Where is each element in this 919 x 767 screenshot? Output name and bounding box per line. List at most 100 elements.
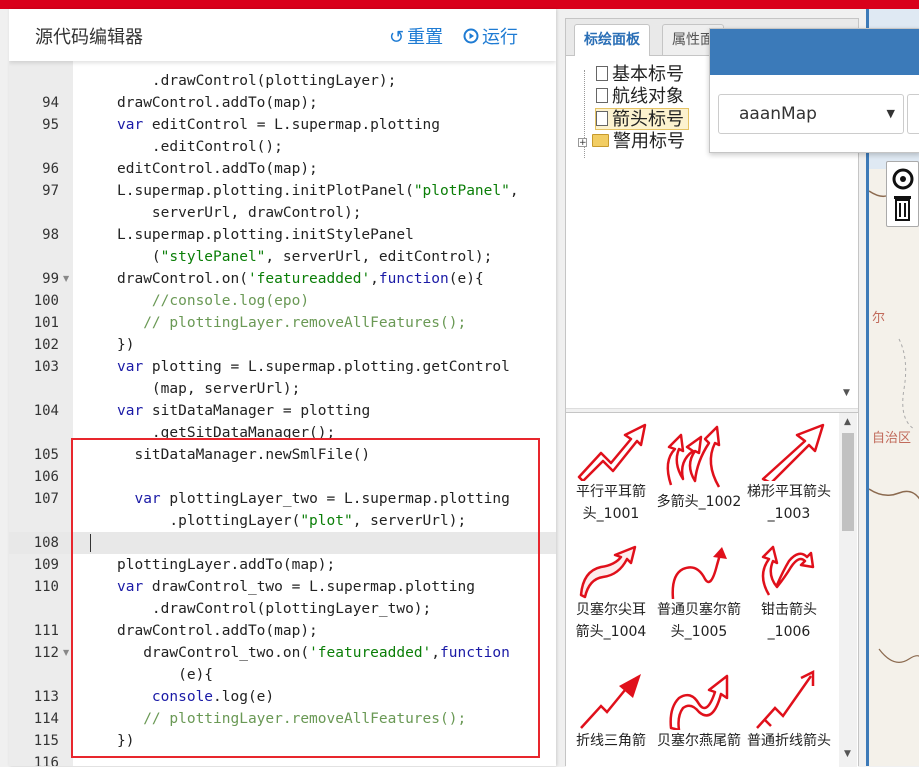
code-line[interactable]: ("stylePanel", serverUrl, editControl); xyxy=(9,246,556,268)
code-token: (map, serverUrl); xyxy=(117,381,301,397)
bezier-swallowtail-arrow-icon xyxy=(669,674,729,730)
fold-toggle-icon[interactable]: ▼ xyxy=(63,642,69,664)
scroll-up-icon[interactable]: ▲ xyxy=(844,417,851,427)
code-text: // plottingLayer.removeAllFeatures(); xyxy=(117,312,466,334)
line-number: 96 xyxy=(42,161,59,177)
symbol-1001[interactable]: 平行平耳箭 头_1001 xyxy=(566,421,656,525)
symbol-polyline-arrow[interactable]: 普通折线箭头 xyxy=(744,668,834,752)
code-line[interactable]: 97 L.supermap.plotting.initPlotPanel("plo… xyxy=(9,180,556,202)
code-token: 'featureadded' xyxy=(247,271,371,287)
code-token: , serverUrl, editControl); xyxy=(265,249,493,265)
code-line[interactable]: 103 var plotting = L.supermap.plotting.ge… xyxy=(9,356,556,378)
chevron-down-icon: ▼ xyxy=(886,107,895,120)
code-line[interactable]: 96 editControl.addTo(map); xyxy=(9,158,556,180)
symbol-1006[interactable]: 钳击箭头 _1006 xyxy=(744,545,834,643)
code-line[interactable]: 104 var sitDataManager = plotting xyxy=(9,400,556,422)
document-icon xyxy=(596,111,608,126)
tab-plot-panel[interactable]: 标绘面板 xyxy=(574,24,650,56)
symbol-polyline-triangle[interactable]: 折线三角箭 xyxy=(566,668,656,752)
tree-item-basic[interactable]: 基本标号 xyxy=(596,64,684,86)
document-icon xyxy=(596,88,608,103)
code-text: drawControl.on('featureadded',function(e… xyxy=(117,268,484,290)
pincer-arrow-icon xyxy=(761,545,815,596)
scroll-down-icon[interactable]: ▼ xyxy=(844,749,851,759)
map-selector-popup: aaanMap ▼ xyxy=(709,28,919,153)
map-borders xyxy=(869,190,919,663)
run-label: 运行 xyxy=(482,27,518,48)
code-line[interactable]: 100 //console.log(epo) xyxy=(9,290,556,312)
editor-title: 源代码编辑器 xyxy=(35,27,143,48)
code-line[interactable]: (map, serverUrl); xyxy=(9,378,556,400)
code-token: }) xyxy=(117,337,135,353)
symbol-gallery: 平行平耳箭 头_1001 多箭头_1002 梯形平耳箭头 _1003 贝塞尔尖耳… xyxy=(566,412,858,767)
code-line[interactable]: serverUrl, drawControl); xyxy=(9,202,556,224)
map-label-zizhiqu: 自治区 xyxy=(872,431,912,446)
secondary-select[interactable] xyxy=(907,94,919,134)
map-draw-controls xyxy=(886,161,919,227)
expand-icon[interactable]: + xyxy=(578,138,587,148)
code-text: .editControl(); xyxy=(117,136,283,158)
polyline-triangle-arrow-icon xyxy=(580,674,641,729)
symbol-bezier-swallowtail[interactable]: 贝塞尔燕尾箭 xyxy=(654,668,744,752)
reset-button[interactable]: ↺ 重置 xyxy=(389,23,443,49)
bezier-pointed-arrow-icon xyxy=(579,545,637,599)
line-number: 105 xyxy=(33,447,59,463)
code-line[interactable]: 102}) xyxy=(9,334,556,356)
symbol-1004[interactable]: 贝塞尔尖耳 箭头_1004 xyxy=(566,545,656,643)
symbol-label: 头_1005 xyxy=(670,624,728,640)
tree-item-police[interactable]: + 警用标号 xyxy=(578,131,685,153)
reset-label: 重置 xyxy=(407,27,444,48)
reset-icon: ↺ xyxy=(389,27,405,48)
code-line[interactable]: .editControl(); xyxy=(9,136,556,158)
gallery-scrollbar[interactable]: ▲ ▼ xyxy=(839,413,857,767)
run-button[interactable]: 运行 xyxy=(463,23,518,49)
code-token: "stylePanel" xyxy=(160,249,266,265)
code-token: drawControl.on( xyxy=(117,271,248,287)
code-line[interactable]: .drawControl(plottingLayer); xyxy=(9,70,556,92)
play-circle-icon xyxy=(463,27,479,48)
tree-item-route[interactable]: 航线对象 xyxy=(596,86,684,108)
symbol-label: 普通折线箭头 xyxy=(747,733,831,749)
map-label-er: 尔 xyxy=(872,311,886,326)
code-text: var sitDataManager = plotting xyxy=(117,400,370,422)
line-number: 107 xyxy=(33,491,59,507)
parallel-arrow-icon xyxy=(577,423,647,481)
gallery-scroll-thumb[interactable] xyxy=(842,433,854,531)
line-number: 100 xyxy=(33,293,59,309)
code-line[interactable]: 99 ▼ drawControl.on('featureadded',functio… xyxy=(9,268,556,290)
code-text: L.supermap.plotting.initPlotPanel("plotP… xyxy=(117,180,519,202)
symbol-label: _1006 xyxy=(767,624,811,640)
symbol-1005[interactable]: 普通贝塞尔箭 头_1005 xyxy=(654,545,744,643)
code-text: }) xyxy=(117,334,134,356)
scroll-down-icon[interactable]: ▼ xyxy=(843,388,850,398)
tree-item-arrow[interactable]: 箭头标号 xyxy=(595,108,689,130)
code-text: drawControl.addTo(map); xyxy=(117,92,318,114)
line-number: 113 xyxy=(33,689,59,705)
line-number: 116 xyxy=(33,755,59,766)
code-line[interactable]: 98 L.supermap.plotting.initStylePanel xyxy=(9,224,556,246)
tree-item-label: 警用标号 xyxy=(613,131,685,152)
code-token: //console.log(epo) xyxy=(117,293,310,309)
code-token: drawControl.addTo(map); xyxy=(117,95,318,111)
symbol-1002[interactable]: 多箭头_1002 xyxy=(654,421,744,513)
fold-toggle-icon[interactable]: ▼ xyxy=(63,268,69,290)
code-token: var xyxy=(117,403,144,419)
line-number: 110 xyxy=(33,579,59,595)
code-token: serverUrl, drawControl); xyxy=(117,205,362,221)
code-token: sitDataManager = plotting xyxy=(143,403,371,419)
trash-icon[interactable] xyxy=(887,194,918,224)
code-token: // plottingLayer.removeAllFeatures(); xyxy=(117,315,467,331)
highlight-box xyxy=(71,438,540,758)
code-line[interactable]: 101 // plottingLayer.removeAllFeatures()… xyxy=(9,312,556,334)
map-select-value: aaanMap xyxy=(739,104,817,124)
line-number: 112 xyxy=(33,645,59,661)
map-select[interactable]: aaanMap ▼ xyxy=(718,94,904,134)
code-text: var editControl = L.supermap.plotting xyxy=(117,114,440,136)
code-text: editControl.addTo(map); xyxy=(117,158,318,180)
code-line[interactable]: 95 var editControl = L.supermap.plotting xyxy=(9,114,556,136)
code-token: var xyxy=(117,359,144,375)
line-number: 111 xyxy=(33,623,59,639)
code-line[interactable]: 94 drawControl.addTo(map); xyxy=(9,92,556,114)
code-token: L.supermap.plotting.initPlotPanel( xyxy=(117,183,414,199)
symbol-1003[interactable]: 梯形平耳箭头 _1003 xyxy=(744,421,834,525)
